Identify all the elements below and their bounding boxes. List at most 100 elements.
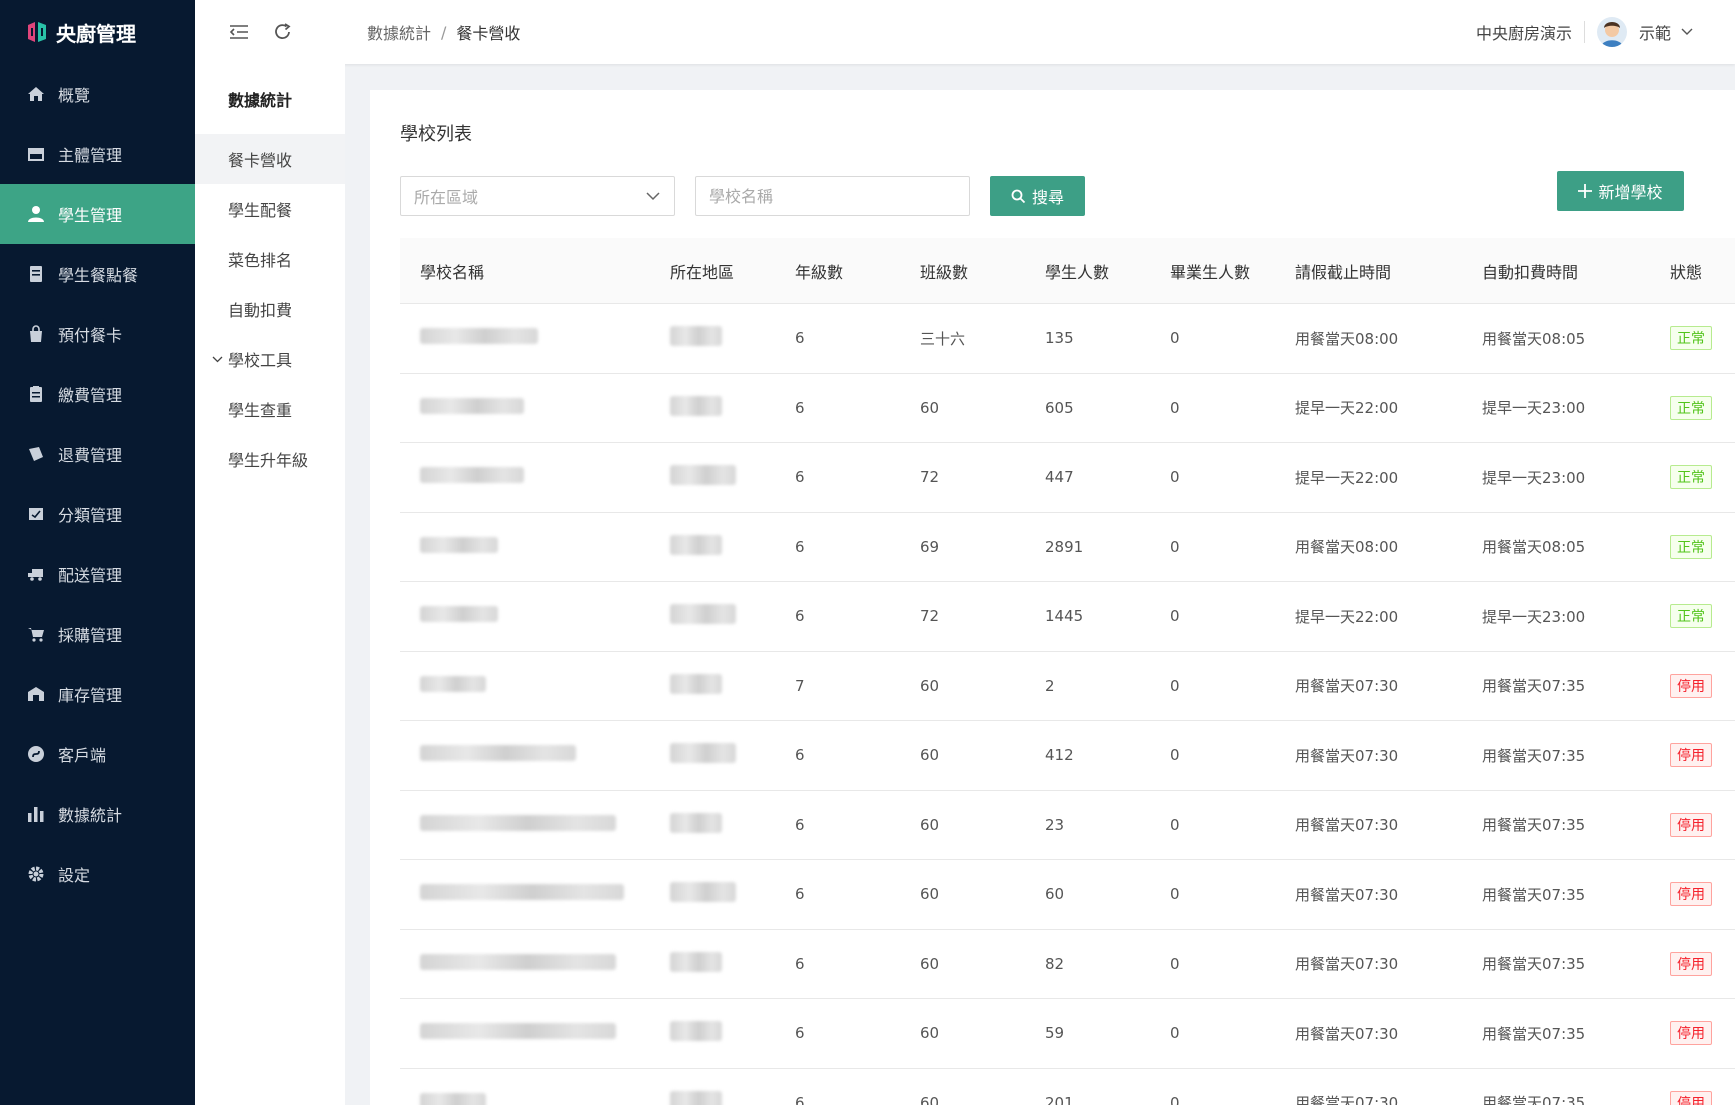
table-row[interactable]: 6 三十六 135 0 用餐當天08:00 用餐當天08:05 正常 xyxy=(400,304,1735,374)
graduate-count: 0 xyxy=(1170,885,1180,904)
region-redacted xyxy=(650,1021,775,1045)
collapse-menu-icon[interactable] xyxy=(227,20,251,44)
sidebar-item-statistics[interactable]: 數據統計 xyxy=(0,784,195,844)
table-row[interactable]: 6 60 605 0 提早一天22:00 提早一天23:00 正常 xyxy=(400,374,1735,443)
chevron-down-icon[interactable] xyxy=(1681,28,1693,36)
table-row[interactable]: 6 72 1445 0 提早一天22:00 提早一天23:00 正常 xyxy=(400,582,1735,652)
sidebar-item-settings[interactable]: 設定 xyxy=(0,844,195,904)
sidebar-item-refund[interactable]: 退費管理 xyxy=(0,424,195,484)
sidebar: 央廚管理 概覽 主體管理 學生管理 學生餐點餐 預付餐卡 繳費管理 退費管理 分… xyxy=(0,0,195,1105)
table-row[interactable]: 6 72 447 0 提早一天22:00 提早一天23:00 正常 xyxy=(400,443,1735,513)
submenu-item-dish-ranking[interactable]: 菜色排名 xyxy=(195,234,345,284)
student-count: 412 xyxy=(1045,746,1074,765)
sidebar-item-label: 概覽 xyxy=(58,86,91,105)
region-redacted xyxy=(650,604,775,628)
submenu-item-auto-charge[interactable]: 自動扣費 xyxy=(195,284,345,334)
sidebar-item-overview[interactable]: 概覽 xyxy=(0,64,195,124)
home-icon xyxy=(26,84,46,104)
sidebar-item-inventory[interactable]: 庫存管理 xyxy=(0,664,195,724)
student-count: 82 xyxy=(1045,954,1065,973)
auto-charge-time: 用餐當天07:35 xyxy=(1482,816,1586,835)
auto-charge-time: 用餐當天07:35 xyxy=(1482,1024,1586,1043)
class-count: 60 xyxy=(920,398,940,417)
submenu-item-student-promotion[interactable]: 學生升年級 xyxy=(195,434,345,484)
graduate-count: 0 xyxy=(1170,607,1180,626)
grade-count: 6 xyxy=(795,329,805,348)
refresh-icon[interactable] xyxy=(271,20,295,44)
column-header: 學生人數 xyxy=(1045,262,1110,282)
table-row[interactable]: 7 60 2 0 用餐當天07:30 用餐當天07:35 停用 xyxy=(400,652,1735,721)
submenu-group-school-tools[interactable]: 學校工具 xyxy=(195,334,345,384)
grade-count: 6 xyxy=(795,468,805,487)
school-name-input[interactable] xyxy=(695,176,970,216)
class-count: 三十六 xyxy=(920,329,966,348)
sidebar-item-label: 客戶端 xyxy=(58,746,107,765)
user-name[interactable]: 示範 xyxy=(1639,20,1671,44)
school-name-redacted xyxy=(400,745,650,765)
region-redacted xyxy=(650,673,775,698)
graduate-count: 0 xyxy=(1170,676,1180,695)
status-badge: 停用 xyxy=(1670,743,1712,768)
sidebar-item-category[interactable]: 分類管理 xyxy=(0,484,195,544)
submenu-item-student-meals[interactable]: 學生配餐 xyxy=(195,184,345,234)
avatar[interactable] xyxy=(1596,17,1627,47)
school-name-redacted xyxy=(400,675,650,696)
sidebar-item-label: 庫存管理 xyxy=(58,686,123,705)
leave-deadline: 用餐當天07:30 xyxy=(1295,955,1399,974)
leave-deadline: 用餐當天07:30 xyxy=(1295,1024,1399,1043)
status-badge: 正常 xyxy=(1670,395,1712,420)
submenu-item-meal-card-revenue[interactable]: 餐卡營收 xyxy=(195,134,345,184)
table-row[interactable]: 6 60 82 0 用餐當天07:30 用餐當天07:35 停用 xyxy=(400,930,1735,999)
region-select[interactable]: 所在區域 xyxy=(400,176,675,216)
column-header: 自動扣費時間 xyxy=(1482,262,1579,282)
plus-icon xyxy=(1578,184,1593,198)
class-count: 72 xyxy=(920,468,940,487)
class-count: 60 xyxy=(920,1093,940,1105)
sidebar-item-label: 設定 xyxy=(58,866,91,885)
app-logo[interactable]: 央廚管理 xyxy=(0,0,195,64)
search-button[interactable]: 搜尋 xyxy=(990,176,1085,216)
leave-deadline: 用餐當天07:30 xyxy=(1295,1094,1399,1105)
sidebar-item-client[interactable]: 客戶端 xyxy=(0,724,195,784)
status-badge: 停用 xyxy=(1670,812,1712,837)
org-name[interactable]: 中央廚房演示 xyxy=(1476,20,1572,44)
auto-charge-time: 提早一天23:00 xyxy=(1482,399,1586,418)
auto-charge-time: 提早一天23:00 xyxy=(1482,468,1586,487)
class-count: 60 xyxy=(920,885,940,904)
table-body: 6 三十六 135 0 用餐當天08:00 用餐當天08:05 正常 6 60 605 0 提早一天2… xyxy=(400,304,1735,1105)
sidebar-item-meal-order[interactable]: 學生餐點餐 xyxy=(0,244,195,304)
sidebar-item-payment[interactable]: 繳費管理 xyxy=(0,364,195,424)
leave-deadline: 用餐當天08:00 xyxy=(1295,329,1399,348)
category-icon xyxy=(26,504,46,524)
table-row[interactable]: 6 60 59 0 用餐當天07:30 用餐當天07:35 停用 xyxy=(400,999,1735,1069)
add-school-button[interactable]: 新增學校 xyxy=(1557,171,1684,211)
column-header: 學校名稱 xyxy=(420,262,485,282)
sidebar-item-entity[interactable]: 主體管理 xyxy=(0,124,195,184)
student-count: 1445 xyxy=(1045,607,1084,626)
sidebar-item-label: 配送管理 xyxy=(58,566,123,585)
table-row[interactable]: 6 60 412 0 用餐當天07:30 用餐當天07:35 停用 xyxy=(400,721,1735,791)
grade-count: 6 xyxy=(795,885,805,904)
table-row[interactable]: 6 69 2891 0 用餐當天08:00 用餐當天08:05 正常 xyxy=(400,513,1735,582)
region-redacted xyxy=(650,951,775,976)
table-row[interactable]: 6 60 23 0 用餐當天07:30 用餐當天07:35 停用 xyxy=(400,791,1735,860)
region-redacted xyxy=(650,743,775,767)
leave-deadline: 提早一天22:00 xyxy=(1295,468,1399,487)
sidebar-item-purchase[interactable]: 採購管理 xyxy=(0,604,195,664)
table-row[interactable]: 6 60 60 0 用餐當天07:30 用餐當天07:35 停用 xyxy=(400,860,1735,930)
sidebar-item-delivery[interactable]: 配送管理 xyxy=(0,544,195,604)
school-name-redacted xyxy=(400,536,650,557)
sidebar-item-prepaid-card[interactable]: 預付餐卡 xyxy=(0,304,195,364)
status-badge: 正常 xyxy=(1670,534,1712,559)
status-badge: 停用 xyxy=(1670,882,1712,907)
table-row[interactable]: 6 60 201 0 用餐當天07:30 用餐當天07:35 停用 xyxy=(400,1069,1735,1105)
status-cell: 停用 xyxy=(1650,812,1735,837)
add-school-button-label: 新增學校 xyxy=(1598,183,1663,202)
sidebar-item-students[interactable]: 學生管理 xyxy=(0,184,195,244)
breadcrumb-item-current: 餐卡營收 xyxy=(456,24,521,43)
sidebar-item-label: 學生餐點餐 xyxy=(58,266,139,285)
submenu-item-student-dedup[interactable]: 學生查重 xyxy=(195,384,345,434)
auto-charge-time: 用餐當天07:35 xyxy=(1482,885,1586,904)
breadcrumb-item-statistics[interactable]: 數據統計 xyxy=(367,20,431,44)
school-name-redacted xyxy=(400,1092,650,1105)
